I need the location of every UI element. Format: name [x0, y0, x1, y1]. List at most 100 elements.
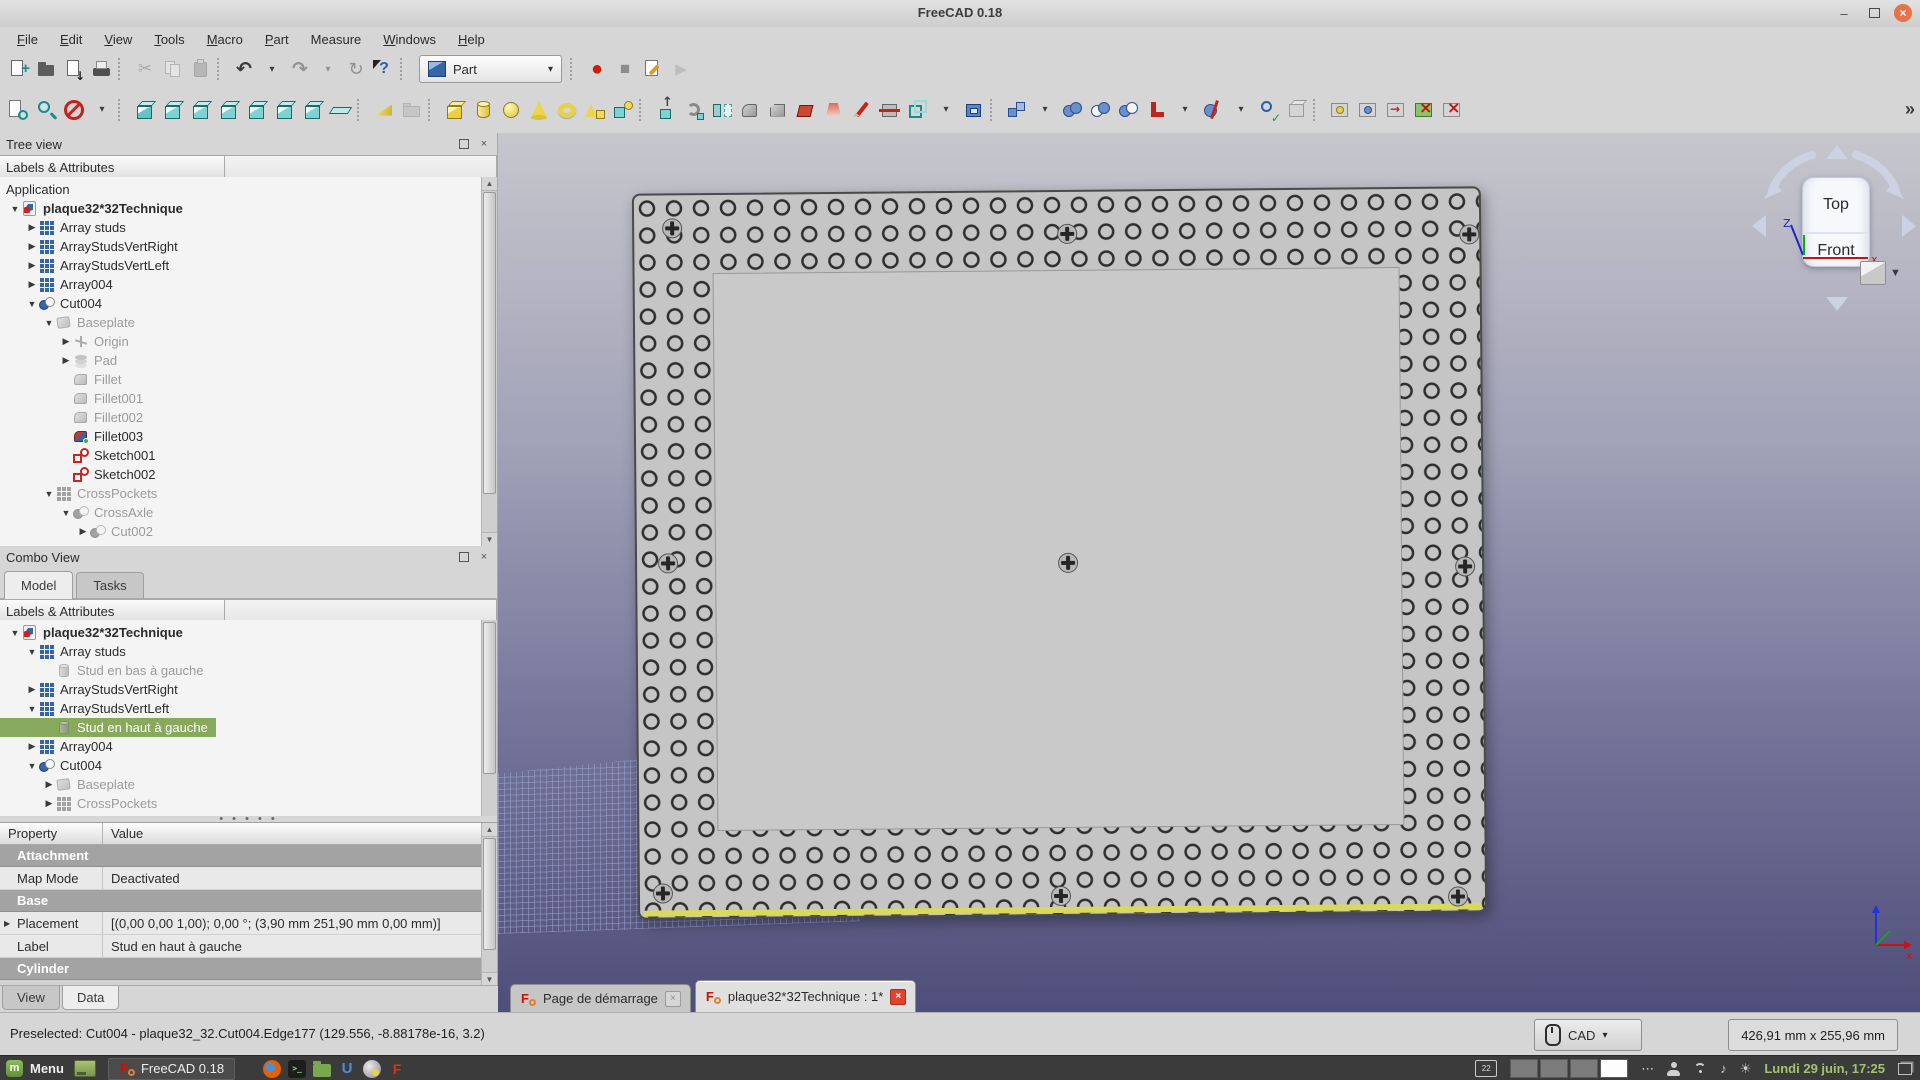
undo-button[interactable]: ↶ — [230, 55, 258, 83]
property-value[interactable]: [(0,00 0,00 1,00); 0,00 °; (3,90 mm 251,… — [103, 912, 482, 934]
toolbar-overflow-button[interactable]: » — [1896, 96, 1920, 124]
property-scrollbar[interactable]: ▲ ▼ — [481, 823, 497, 986]
primitive-sphere-button[interactable] — [497, 96, 525, 124]
expand-arrow[interactable]: ▶ — [42, 798, 56, 809]
create-group-button[interactable] — [398, 96, 426, 124]
show-desktop-corner-icon[interactable] — [1898, 1063, 1912, 1075]
redo-button[interactable]: ↷ — [286, 55, 314, 83]
draw-style-options-button[interactable]: ▾ — [88, 96, 116, 124]
expand-arrow[interactable]: ▼ — [25, 761, 39, 771]
property-row-label[interactable]: LabelStud en haut à gauche — [0, 935, 482, 958]
tree-item-array-studs[interactable]: ▼Array studs — [0, 642, 134, 661]
primitive-torus-button[interactable] — [553, 96, 581, 124]
mint-menu-icon[interactable]: m — [6, 1060, 23, 1077]
menu-view[interactable]: View — [93, 29, 143, 50]
mirror-button[interactable] — [708, 96, 736, 124]
join-connect-button[interactable] — [1143, 96, 1171, 124]
close-tab-icon[interactable]: × — [665, 991, 681, 1007]
workspace-4[interactable] — [1600, 1059, 1628, 1078]
tree-item-crosspockets[interactable]: ▼CrossPockets — [0, 484, 165, 503]
scroll-up-icon[interactable]: ▲ — [482, 823, 497, 837]
taskbar-window-button[interactable]: FreeCAD 0.18 — [108, 1058, 235, 1080]
expand-arrow[interactable]: ▶ — [76, 526, 90, 537]
compound-options-button[interactable]: ▾ — [1031, 96, 1059, 124]
navcube-body[interactable]: Top Front — [1802, 177, 1870, 267]
transformed-copy-button[interactable] — [1354, 96, 1382, 124]
navcube-menu-caret-icon[interactable]: ▼ — [1890, 267, 1901, 279]
remove-feature-button[interactable] — [1438, 96, 1466, 124]
undo-options-button[interactable]: ▾ — [258, 55, 286, 83]
primitive-cone-button[interactable] — [525, 96, 553, 124]
tree-item-pad[interactable]: ▶Pad — [0, 351, 125, 370]
tree-item-application[interactable]: Application — [0, 180, 78, 199]
close-panel-button[interactable]: × — [477, 137, 491, 151]
tree-item-cut004[interactable]: ▼Cut004 — [0, 756, 110, 775]
navcube-arrow-down[interactable] — [1826, 297, 1848, 311]
offset-button[interactable] — [904, 96, 932, 124]
float-panel-button[interactable] — [457, 550, 471, 564]
fillet-button[interactable] — [736, 96, 764, 124]
boolean-cut-button[interactable] — [1115, 96, 1143, 124]
mdi-tab-page-de-d-marrage[interactable]: Page de démarrage× — [510, 984, 691, 1012]
menu-button[interactable]: Menu — [30, 1061, 64, 1076]
workbench-selector[interactable]: Part ▾ — [419, 55, 562, 83]
primitive-cylinder-button[interactable] — [469, 96, 497, 124]
print-button[interactable] — [88, 55, 116, 83]
boolean-union-button[interactable] — [1059, 96, 1087, 124]
navcube-mini-cube[interactable] — [1860, 261, 1886, 285]
tree-item-arraystudsvertright[interactable]: ▶ArrayStudsVertRight — [0, 237, 186, 256]
expand-arrow[interactable]: ▶ — [25, 241, 39, 252]
tree-item-fillet001[interactable]: Fillet001 — [0, 389, 151, 408]
menu-tools[interactable]: Tools — [143, 29, 195, 50]
files-launcher[interactable] — [313, 1064, 331, 1077]
expand-arrow[interactable]: ▶ — [59, 336, 73, 347]
expand-arrow[interactable]: ▼ — [25, 299, 39, 309]
tab-data[interactable]: Data — [62, 986, 119, 1010]
shape-builder-button[interactable] — [609, 96, 637, 124]
copy-button[interactable] — [159, 55, 187, 83]
menu-macro[interactable]: Macro — [196, 29, 254, 50]
fit-all-button[interactable] — [4, 96, 32, 124]
workspace-2[interactable] — [1540, 1059, 1568, 1078]
tree-item-fillet003[interactable]: Fillet003 — [0, 427, 151, 446]
tree-item-baseplate[interactable]: ▼Baseplate — [0, 313, 143, 332]
paste-button[interactable] — [187, 55, 215, 83]
property-row-placement[interactable]: ▶Placement[(0,00 0,00 1,00); 0,00 °; (3,… — [0, 912, 482, 935]
workspace-1[interactable] — [1510, 1059, 1538, 1078]
navigation-style-button[interactable]: CAD ▾ — [1534, 1019, 1642, 1051]
create-part-button[interactable] — [370, 96, 398, 124]
scrollbar-thumb[interactable] — [483, 838, 496, 950]
tree-item-fillet002[interactable]: Fillet002 — [0, 408, 151, 427]
value-column-header[interactable]: Value — [103, 823, 482, 844]
property-row-map-mode[interactable]: Map ModeDeactivated — [0, 867, 482, 890]
mdi-tab-plaque32-32technique-1[interactable]: plaque32*32Technique : 1*× — [695, 980, 916, 1012]
tree-item-plaque32-32technique[interactable]: ▼plaque32*32Technique — [0, 199, 191, 218]
macro-edit-button[interactable] — [639, 55, 667, 83]
save-document-button[interactable] — [60, 55, 88, 83]
measure-distance-button[interactable] — [327, 96, 355, 124]
show-desktop-button[interactable] — [74, 1060, 96, 1077]
expand-arrow[interactable]: ▼ — [8, 628, 22, 638]
defeaturing-button[interactable] — [1283, 96, 1311, 124]
wifi-icon[interactable] — [1693, 1063, 1707, 1075]
expand-arrow[interactable]: ▼ — [42, 489, 56, 499]
minimize-button[interactable]: – — [1834, 3, 1854, 23]
baseplate-center-face[interactable] — [713, 267, 1405, 831]
navigation-cube[interactable]: Top Front Z x ▼ — [1750, 139, 1918, 317]
tab-model[interactable]: Model — [4, 571, 73, 599]
split-options-button[interactable]: ▾ — [1227, 96, 1255, 124]
close-panel-button[interactable]: × — [477, 550, 491, 564]
freecad-launcher[interactable] — [388, 1060, 406, 1078]
draw-style-button[interactable] — [60, 96, 88, 124]
tree-item-array004[interactable]: ▶Array004 — [0, 275, 121, 294]
simple-copy-button[interactable] — [1326, 96, 1354, 124]
labels-attributes-header[interactable]: Labels & Attributes — [0, 600, 225, 622]
float-panel-button[interactable] — [457, 137, 471, 151]
cut-button[interactable]: ✂ — [131, 55, 159, 83]
navcube-face-top[interactable]: Top — [1803, 178, 1869, 234]
open-document-button[interactable] — [32, 55, 60, 83]
tree-item-origin[interactable]: ▶Origin — [0, 332, 137, 351]
new-document-button[interactable] — [4, 55, 32, 83]
baseplate-model[interactable] — [632, 186, 1487, 919]
refine-shape-button[interactable] — [1410, 96, 1438, 124]
